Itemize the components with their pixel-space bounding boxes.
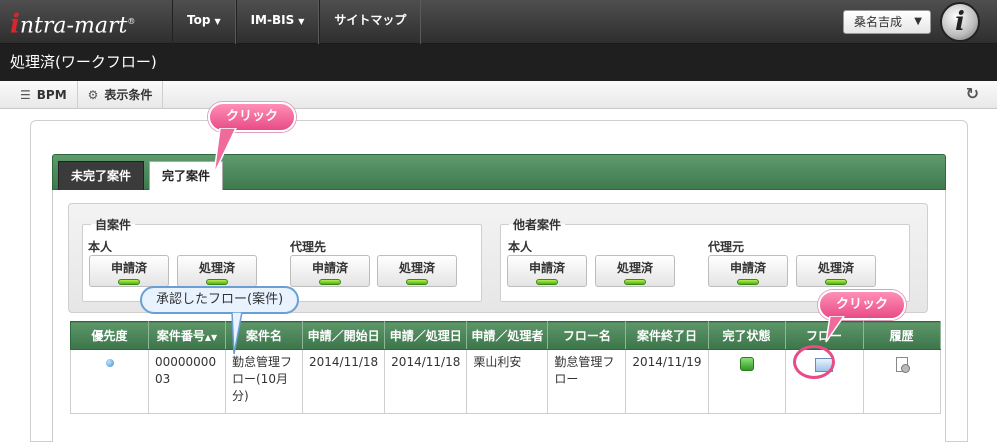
priority-cell: [70, 349, 149, 414]
status-lamp: [118, 279, 140, 285]
col-matter-no[interactable]: 案件番号▲▼: [148, 321, 226, 350]
status-lamp: [206, 279, 228, 285]
display-conditions-button[interactable]: ⚙ 表示条件: [78, 80, 164, 109]
own-proxy-label: 代理先: [290, 240, 327, 254]
own-principal-label: 本人: [88, 240, 113, 254]
list-icon: ☰: [20, 87, 31, 102]
col-priority[interactable]: 優先度: [70, 321, 149, 350]
chevron-down-icon: ▼: [214, 17, 221, 26]
intra-mart-logo[interactable]: intra-mart®: [10, 6, 170, 39]
process-date-cell: 2014/11/18: [384, 349, 468, 414]
status-lamp: [737, 279, 759, 285]
others-proxy-label: 代理元: [708, 240, 745, 254]
user-menu[interactable]: 桑名吉成 ▼: [843, 10, 931, 34]
own-proxy-applied-button[interactable]: 申請済: [290, 255, 370, 287]
processor-cell: 栗山利安: [466, 349, 549, 414]
bpm-button[interactable]: ☰ BPM: [10, 80, 78, 109]
callout-pointer-icon: [231, 312, 243, 355]
own-principal-processed-button[interactable]: 処理済: [177, 255, 257, 287]
history-icon[interactable]: [895, 357, 910, 373]
col-process-date[interactable]: 申請／処理日: [384, 321, 468, 350]
flow-name-cell: 勤怠管理フロー: [547, 349, 627, 414]
others-principal-applied-button[interactable]: 申請済: [507, 255, 587, 287]
avatar[interactable]: i: [940, 2, 980, 42]
others-proxy-applied-button[interactable]: 申請済: [708, 255, 788, 287]
highlight-ring: [793, 345, 835, 379]
own-proxy-processed-button[interactable]: 処理済: [377, 255, 457, 287]
matter-name-cell: 勤怠管理フロー(10月分): [225, 349, 303, 414]
top-bar: intra-mart® Top ▼ IM-BIS ▼ サイトマップ 桑名吉成 ▼ i: [0, 0, 997, 44]
col-flow-name[interactable]: フロー名: [547, 321, 627, 350]
status-lamp: [825, 279, 847, 285]
gear-icon: ⚙: [87, 87, 99, 102]
history-cell: [862, 349, 941, 414]
status-lamp: [319, 279, 341, 285]
priority-dot-icon: [105, 359, 114, 367]
callout-pointer-icon: [213, 128, 237, 175]
toolbar: ☰ BPM ⚙ 表示条件 ↻: [0, 80, 997, 109]
others-principal-processed-button[interactable]: 処理済: [595, 255, 675, 287]
complete-status-cell: [707, 349, 786, 414]
nav-top[interactable]: Top ▼: [172, 0, 236, 44]
col-end-date[interactable]: 案件終了日: [625, 321, 709, 350]
tab-incomplete[interactable]: 未完了案件: [58, 161, 145, 191]
others-proxy-processed-button[interactable]: 処理済: [796, 255, 876, 287]
chevron-down-icon: ▼: [298, 17, 305, 26]
nav-im-bis[interactable]: IM-BIS ▼: [235, 0, 320, 44]
callout-pointer-icon: [825, 316, 845, 343]
nav-sitemap[interactable]: サイトマップ: [319, 0, 422, 44]
col-complete-status[interactable]: 完了状態: [707, 321, 786, 350]
col-processor[interactable]: 申請／処理者: [466, 321, 549, 350]
page-title: 処理済(ワークフロー): [0, 44, 997, 81]
refresh-icon[interactable]: ↻: [966, 84, 979, 103]
status-lamp: [536, 279, 558, 285]
status-lamp: [624, 279, 646, 285]
callout-approved-flow: 承認したフロー(案件): [140, 286, 300, 314]
complete-status-icon: [739, 357, 754, 371]
col-history[interactable]: 履歴: [862, 321, 941, 350]
status-lamp: [406, 279, 428, 285]
end-date-cell: 2014/11/19: [625, 349, 709, 414]
matter-no-cell: 0000000003: [148, 349, 226, 414]
col-start-date[interactable]: 申請／開始日: [301, 321, 386, 350]
start-date-cell: 2014/11/18: [301, 349, 386, 414]
chevron-down-icon: ▼: [914, 16, 922, 27]
sort-icon: ▲▼: [204, 333, 218, 342]
global-nav: Top ▼ IM-BIS ▼ サイトマップ: [172, 0, 422, 44]
own-principal-applied-button[interactable]: 申請済: [89, 255, 169, 287]
others-principal-label: 本人: [508, 240, 533, 254]
